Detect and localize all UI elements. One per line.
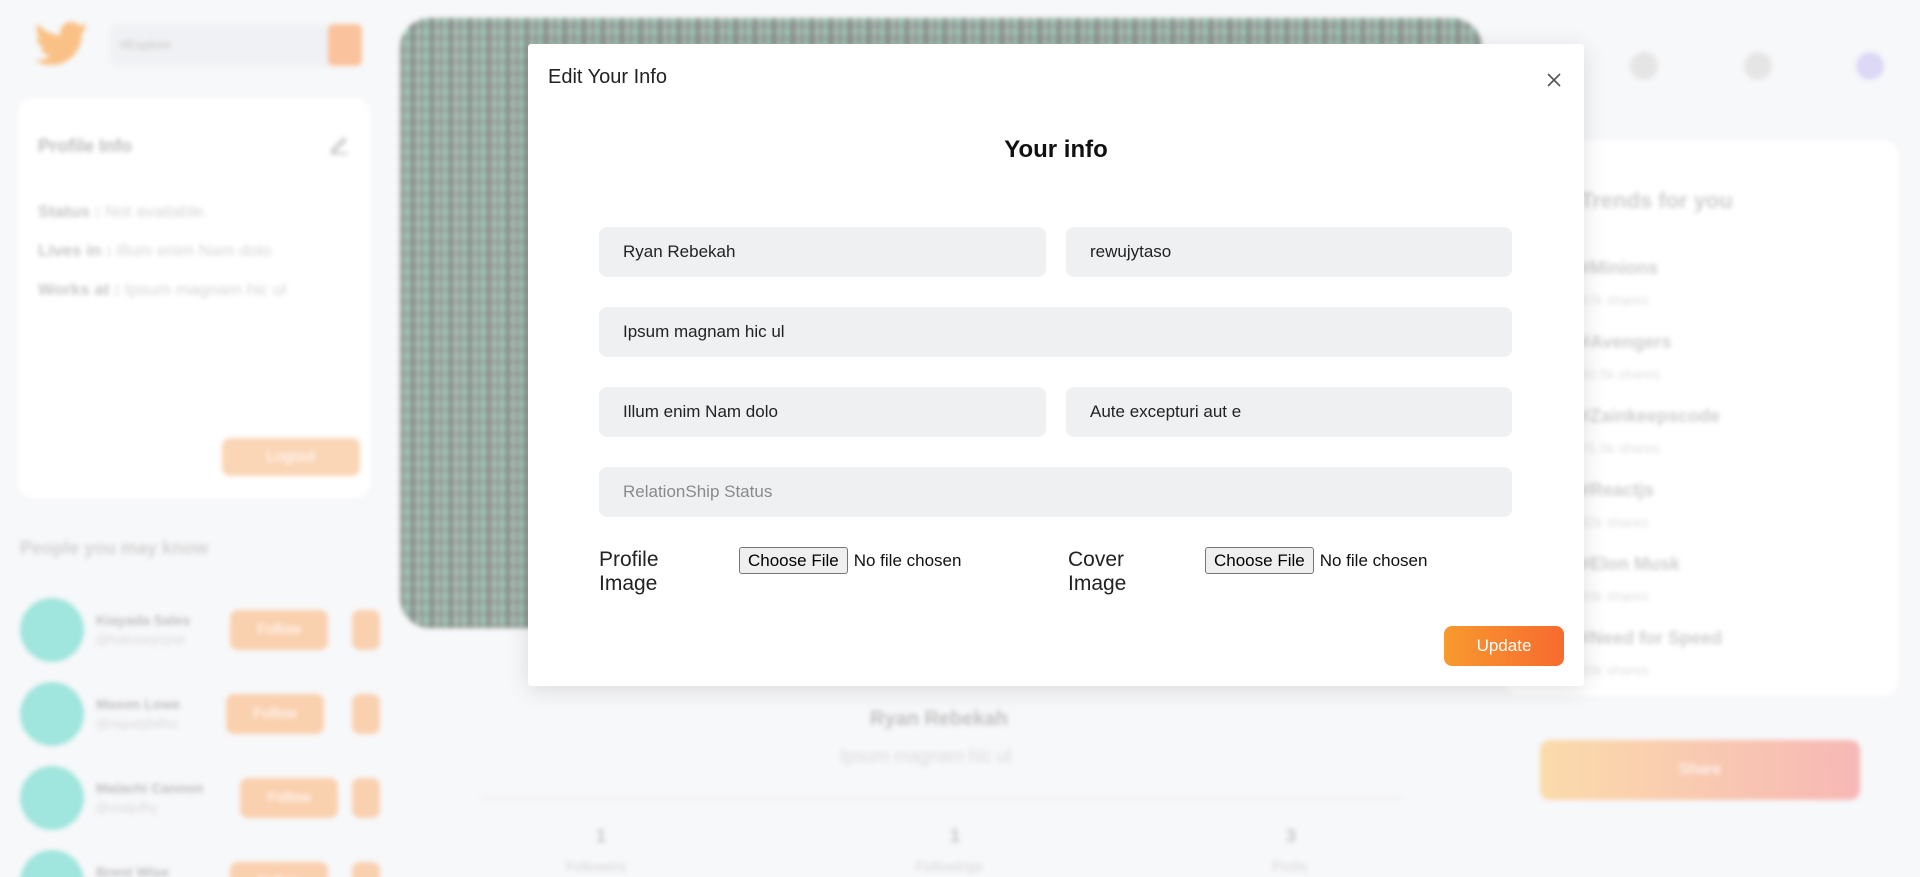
works-at-input[interactable] (599, 307, 1512, 357)
country-input[interactable] (1066, 387, 1512, 437)
profile-image-choose-file-button[interactable]: Choose File (739, 547, 848, 574)
modal-title: Edit Your Info (548, 66, 667, 88)
close-icon[interactable] (1544, 70, 1564, 90)
profile-image-file-status: No file chosen (853, 550, 962, 570)
relationship-status-input[interactable] (599, 467, 1512, 517)
your-info-heading: Your info (1004, 136, 1108, 163)
last-name-input[interactable] (1066, 227, 1512, 277)
cover-image-choose-file-button[interactable]: Choose File (1205, 547, 1314, 574)
cover-image-file-input[interactable]: Choose File No file chosen (1205, 547, 1427, 574)
first-name-input[interactable] (599, 227, 1046, 277)
cover-image-label: Cover Image (1068, 548, 1127, 595)
update-button[interactable]: Update (1444, 626, 1564, 666)
profile-image-label: Profile Image (599, 548, 659, 595)
lives-in-input[interactable] (599, 387, 1046, 437)
edit-info-modal: Edit Your Info Your info Profile Image C… (528, 44, 1584, 686)
cover-image-file-status: No file chosen (1319, 550, 1428, 570)
profile-image-file-input[interactable]: Choose File No file chosen (739, 547, 961, 574)
